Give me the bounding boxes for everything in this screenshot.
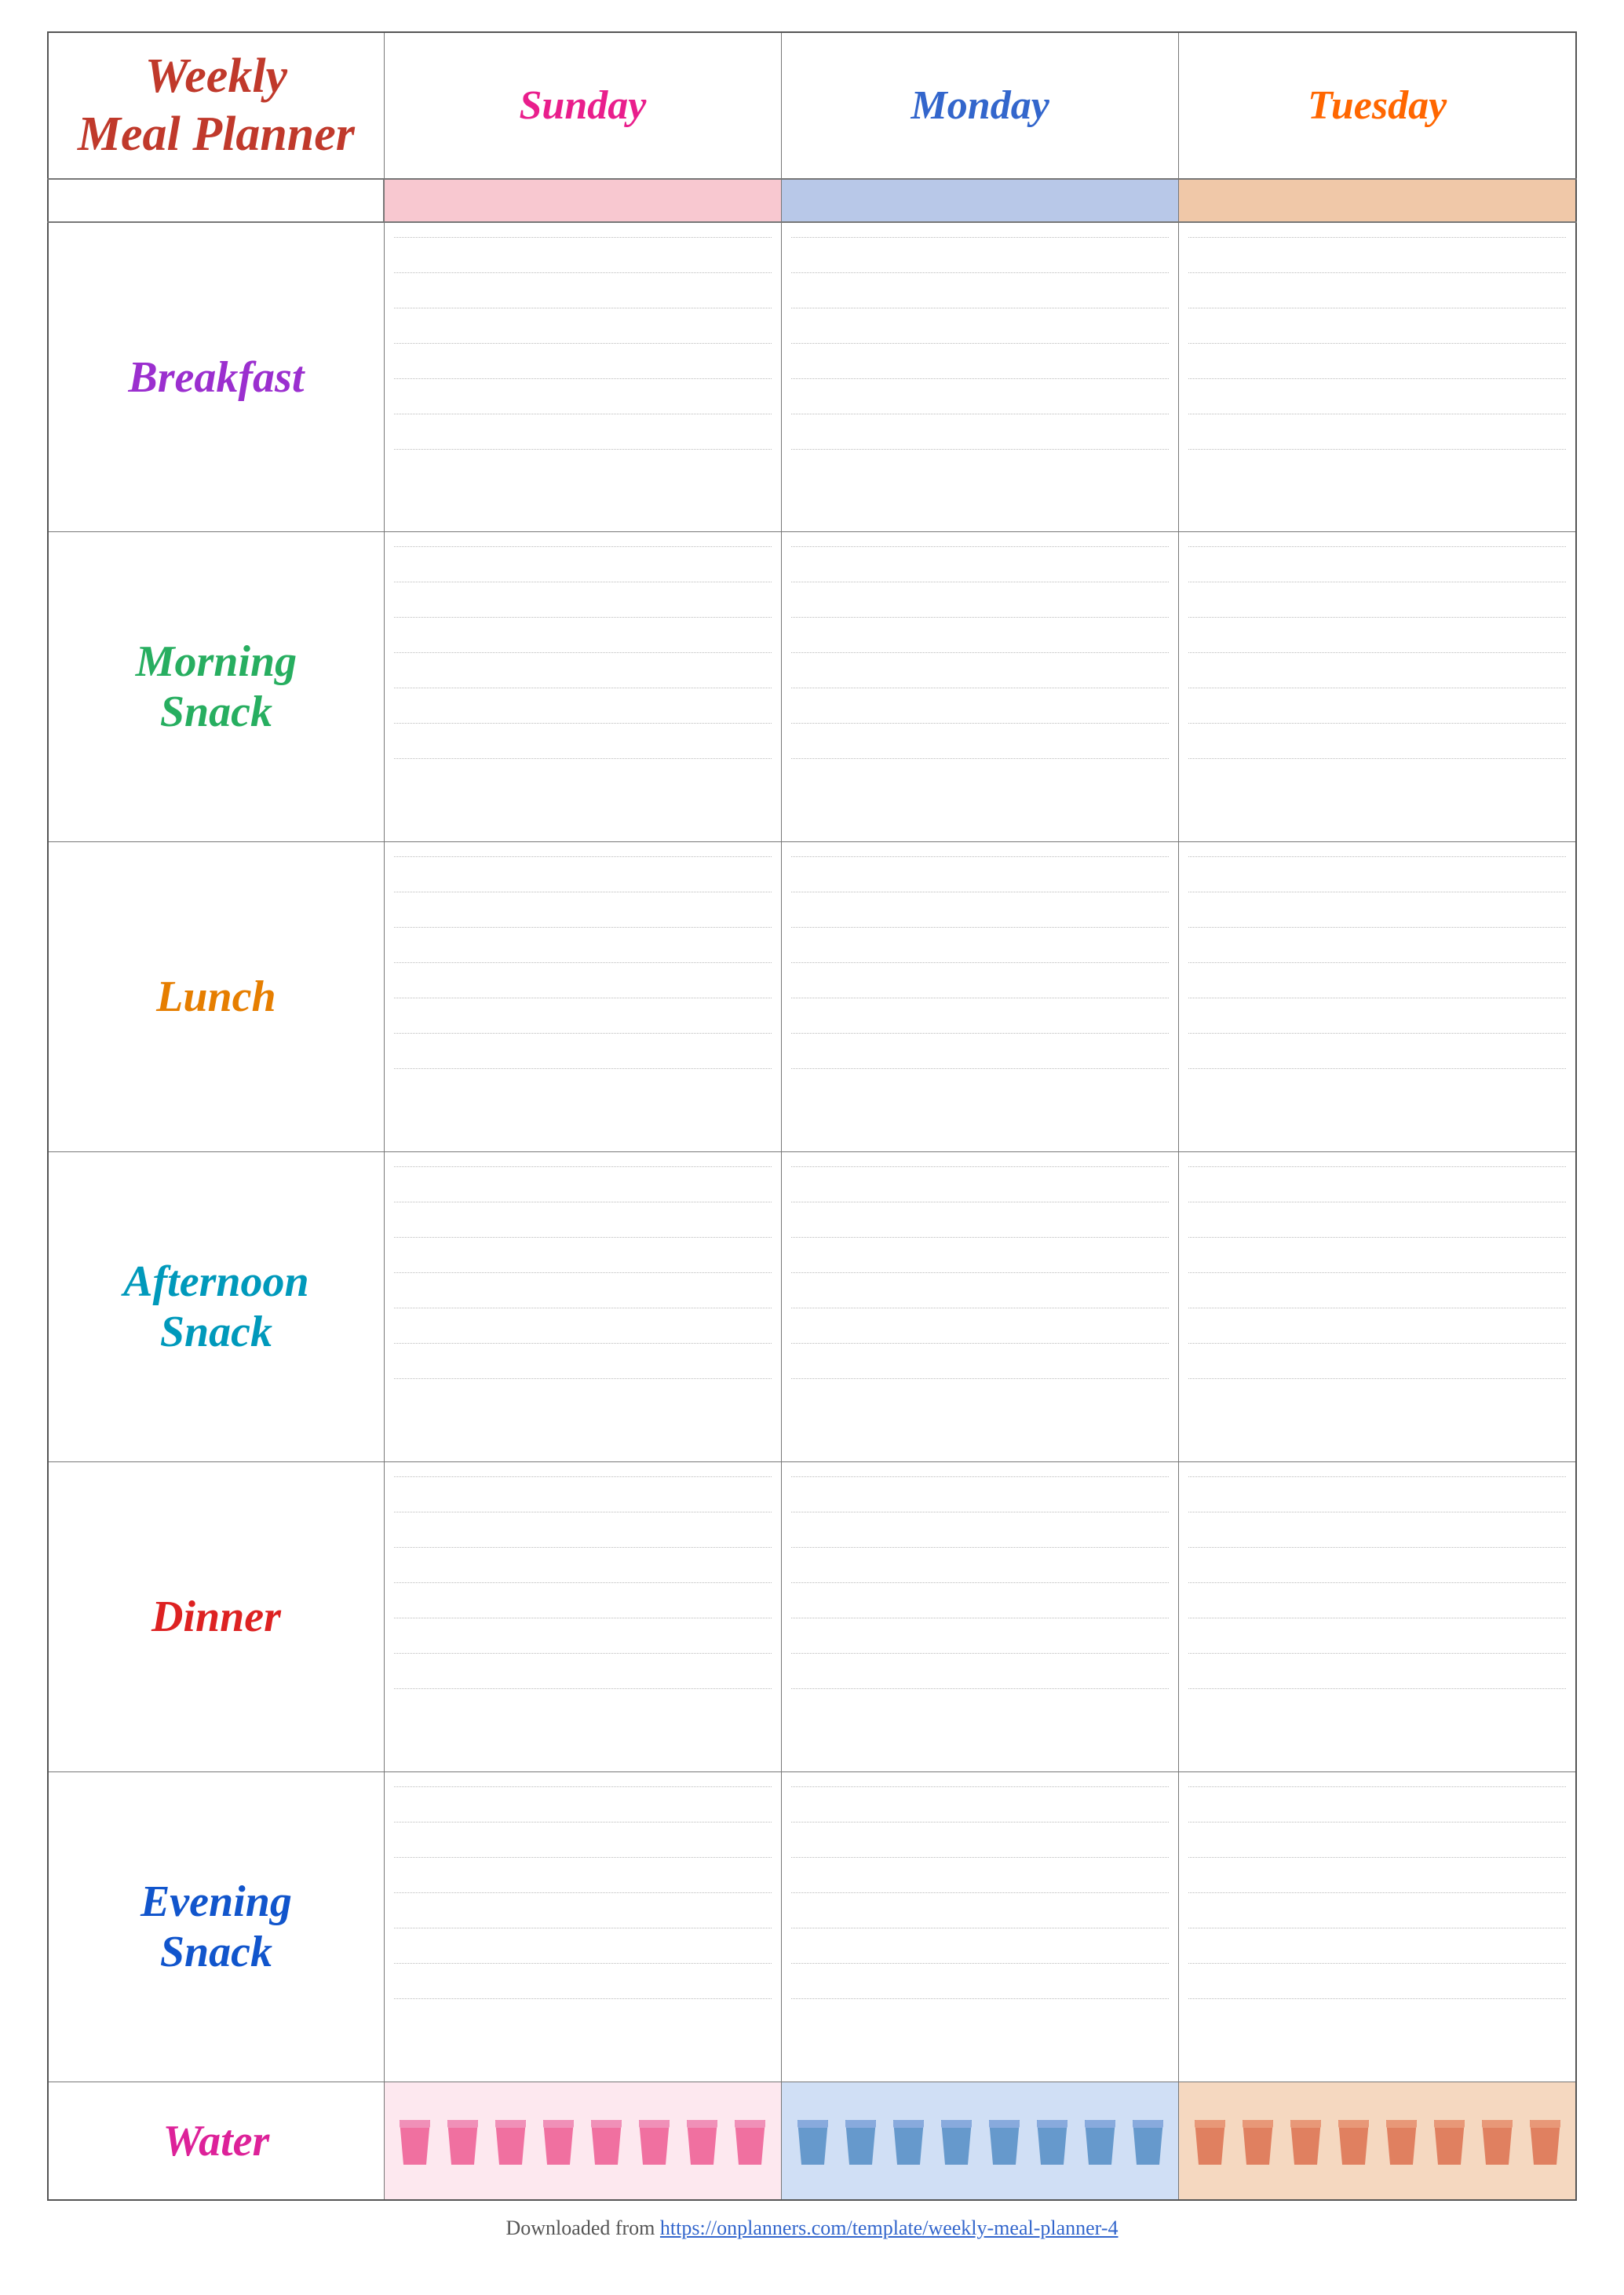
afternoon-snack-label-cell: AfternoonSnack: [48, 1152, 384, 1462]
planner-wrapper: Weekly Meal Planner Sunday Monday Tuesda…: [47, 31, 1577, 2240]
breakfast-label-cell: Breakfast: [48, 222, 384, 532]
monday-header: Monday: [782, 32, 1179, 179]
afternoon-snack-tuesday-cell[interactable]: [1179, 1152, 1576, 1462]
morning-snack-label-cell: MorningSnack: [48, 532, 384, 842]
color-bar-label: [48, 179, 384, 222]
dinner-tuesday-cell[interactable]: [1179, 1462, 1576, 1772]
water-label: Water: [162, 2117, 269, 2165]
morning-snack-label: MorningSnack: [136, 637, 297, 736]
footer-link[interactable]: https://onplanners.com/template/weekly-m…: [660, 2217, 1119, 2239]
water-tuesday-cell[interactable]: [1179, 2082, 1576, 2200]
planner-table: Weekly Meal Planner Sunday Monday Tuesda…: [47, 31, 1577, 2201]
evening-snack-label-cell: EveningSnack: [48, 1772, 384, 2082]
evening-snack-tuesday-cell[interactable]: [1179, 1772, 1576, 2082]
water-sunday-cell[interactable]: [384, 2082, 781, 2200]
evening-snack-label: EveningSnack: [141, 1877, 292, 1976]
color-bar-monday: [782, 179, 1179, 222]
header-row: Weekly Meal Planner Sunday Monday Tuesda…: [48, 32, 1576, 179]
afternoon-snack-row: AfternoonSnack: [48, 1152, 1576, 1462]
tuesday-header: Tuesday: [1179, 32, 1576, 179]
dinner-label: Dinner: [151, 1593, 281, 1641]
color-bar-tuesday: [1179, 179, 1576, 222]
afternoon-snack-label: AfternoonSnack: [123, 1257, 309, 1356]
water-label-cell: Water: [48, 2082, 384, 2200]
breakfast-row: Breakfast: [48, 222, 1576, 532]
lunch-label: Lunch: [156, 972, 276, 1021]
breakfast-sunday-lines: [391, 232, 775, 523]
breakfast-label: Breakfast: [128, 353, 304, 402]
lunch-monday-cell[interactable]: [782, 842, 1179, 1152]
planner-title: Weekly Meal Planner: [57, 47, 376, 164]
evening-snack-sunday-cell[interactable]: [384, 1772, 781, 2082]
morning-snack-sunday-cell[interactable]: [384, 532, 781, 842]
dinner-row: Dinner: [48, 1462, 1576, 1772]
water-monday-cups: [788, 2114, 1172, 2169]
morning-snack-row: MorningSnack: [48, 532, 1576, 842]
afternoon-snack-sunday-cell[interactable]: [384, 1152, 781, 1462]
morning-snack-monday-cell[interactable]: [782, 532, 1179, 842]
water-row: Water: [48, 2082, 1576, 2200]
breakfast-monday-cell[interactable]: [782, 222, 1179, 532]
dinner-monday-cell[interactable]: [782, 1462, 1179, 1772]
water-monday-cell[interactable]: [782, 2082, 1179, 2200]
morning-snack-tuesday-cell[interactable]: [1179, 532, 1576, 842]
lunch-label-cell: Lunch: [48, 842, 384, 1152]
lunch-tuesday-cell[interactable]: [1179, 842, 1576, 1152]
evening-snack-monday-cell[interactable]: [782, 1772, 1179, 2082]
footer: Downloaded from https://onplanners.com/t…: [47, 2217, 1577, 2240]
water-tuesday-cups: [1185, 2114, 1569, 2169]
color-bar-row: [48, 179, 1576, 222]
cup-svg: [393, 2114, 436, 2169]
breakfast-tuesday-cell[interactable]: [1179, 222, 1576, 532]
color-bar-sunday: [384, 179, 781, 222]
water-sunday-cups: [391, 2114, 775, 2169]
sunday-header: Sunday: [384, 32, 781, 179]
dinner-sunday-cell[interactable]: [384, 1462, 781, 1772]
lunch-sunday-cell[interactable]: [384, 842, 781, 1152]
evening-snack-row: EveningSnack: [48, 1772, 1576, 2082]
lunch-row: Lunch: [48, 842, 1576, 1152]
dinner-label-cell: Dinner: [48, 1462, 384, 1772]
title-cell: Weekly Meal Planner: [48, 32, 384, 179]
afternoon-snack-monday-cell[interactable]: [782, 1152, 1179, 1462]
breakfast-sunday-cell[interactable]: [384, 222, 781, 532]
